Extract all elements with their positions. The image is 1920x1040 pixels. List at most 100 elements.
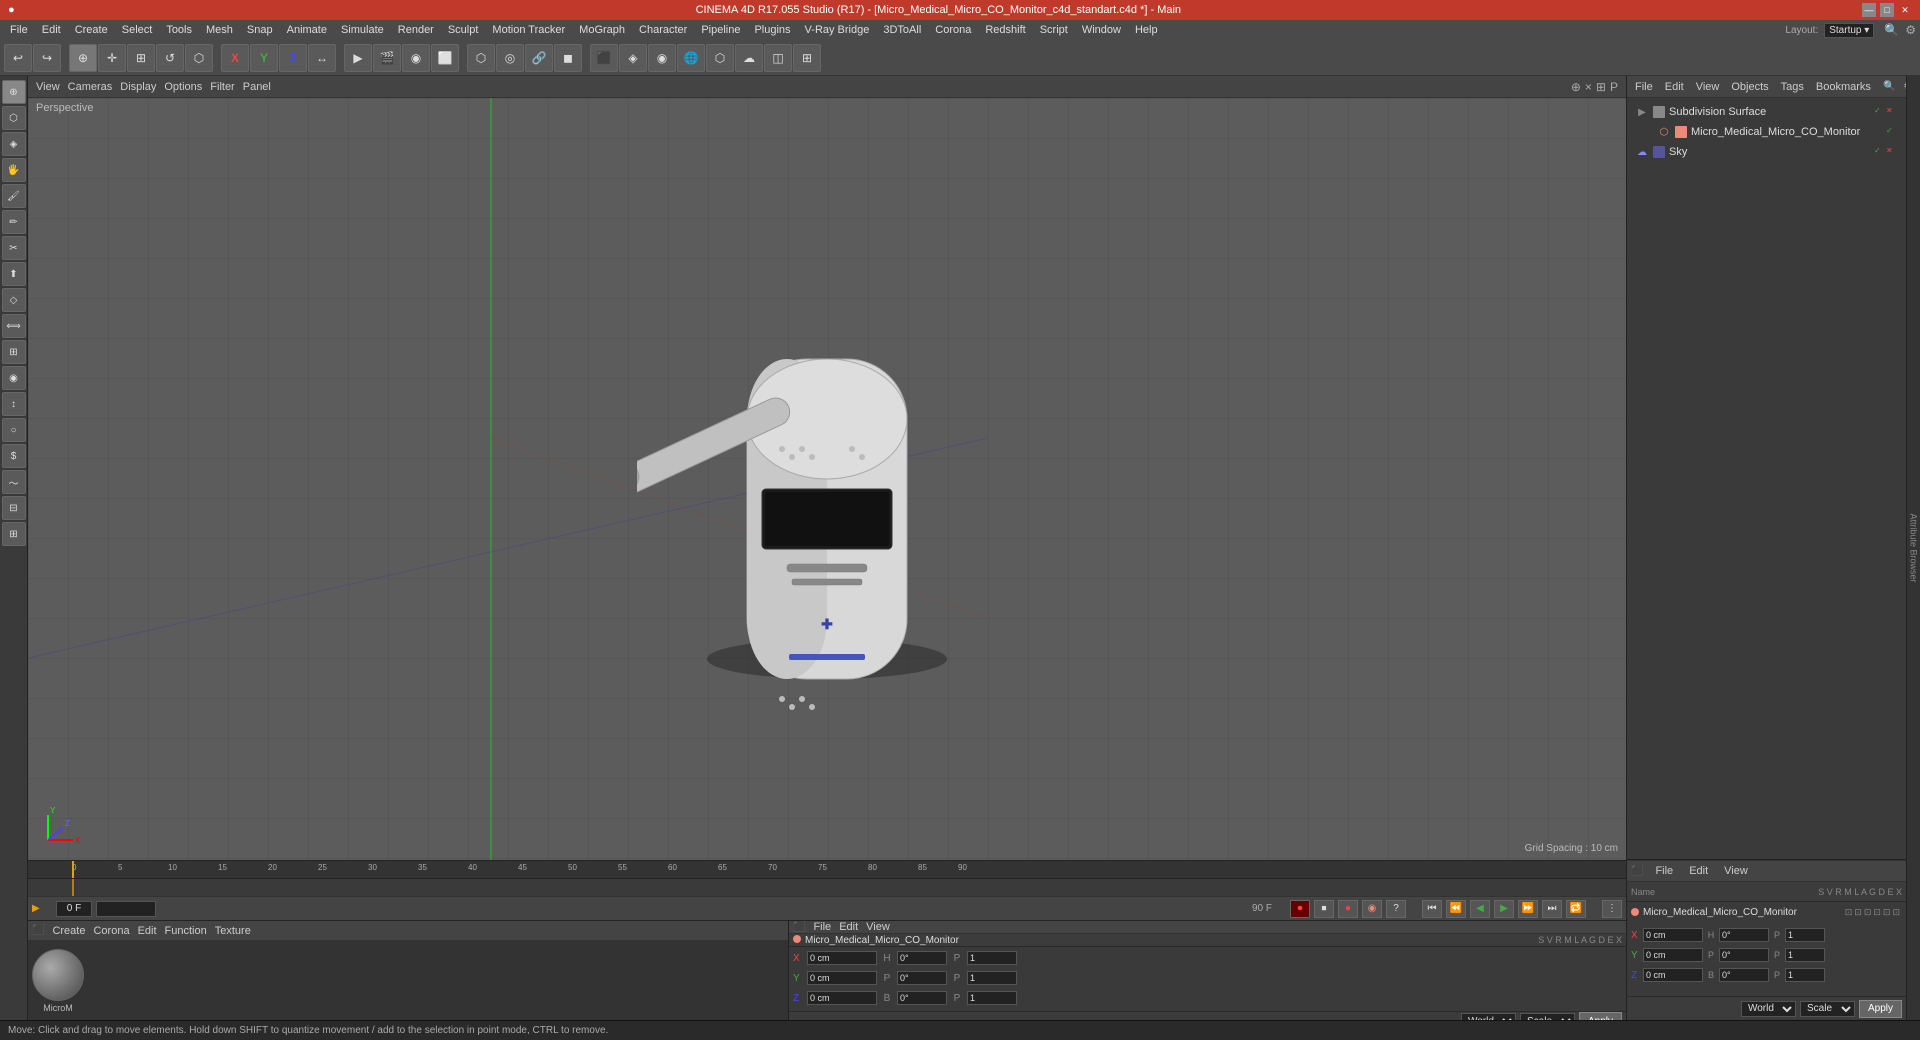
loop-button[interactable]: 🔁 xyxy=(1566,900,1586,918)
z-scale-input[interactable] xyxy=(967,991,1017,1005)
tree-item-subdivision[interactable]: ▶ Subdivision Surface ✓ ✕ xyxy=(1631,102,1902,122)
y-rot-input[interactable] xyxy=(897,971,947,985)
timeline-playhead[interactable] xyxy=(72,861,74,878)
right-x-scale[interactable] xyxy=(1785,928,1825,942)
render-region-button[interactable]: ▶ xyxy=(344,44,372,72)
right-z-scale[interactable] xyxy=(1785,968,1825,982)
x-rot-input[interactable] xyxy=(897,951,947,965)
render-picture-button[interactable]: ◉ xyxy=(402,44,430,72)
texture-tool-button[interactable]: ◈ xyxy=(2,132,26,156)
material-item[interactable]: MicroM xyxy=(32,949,84,1013)
menu-window[interactable]: Window xyxy=(1076,22,1127,38)
viewport-menu-filter[interactable]: Filter xyxy=(210,81,234,93)
viewport-menu-view[interactable]: View xyxy=(36,81,60,93)
tree-item-sky[interactable]: ☁ Sky ✓ ✕ xyxy=(1631,142,1902,162)
auto-key-button[interactable]: ● xyxy=(1338,900,1358,918)
right-bottom-obj-row[interactable]: Micro_Medical_Micro_CO_Monitor ⊡ ⊡ ⊡ ⊡ ⊡… xyxy=(1627,902,1906,922)
go-start-button[interactable]: ⏮ xyxy=(1422,900,1442,918)
y-axis-button[interactable]: Y xyxy=(250,44,278,72)
record-button[interactable]: ⏺ xyxy=(1290,900,1310,918)
timeline-content[interactable] xyxy=(28,879,1626,896)
menu-corona[interactable]: Corona xyxy=(929,22,977,38)
menu-create[interactable]: Create xyxy=(69,22,114,38)
viewport-lock-icon[interactable]: × xyxy=(1585,80,1592,94)
menu-render[interactable]: Render xyxy=(392,22,440,38)
menu-tools[interactable]: Tools xyxy=(160,22,198,38)
z-axis-button[interactable]: Z xyxy=(279,44,307,72)
move-button[interactable]: ✛ xyxy=(98,44,126,72)
select-tool-button[interactable]: ⊕ xyxy=(2,80,26,104)
right-edge-panel[interactable]: Attribute Browser xyxy=(1906,76,1920,1020)
menu-pipeline[interactable]: Pipeline xyxy=(695,22,746,38)
menu-redshift[interactable]: Redshift xyxy=(979,22,1031,38)
menu-file[interactable]: File xyxy=(4,22,34,38)
attribute-browser-tab[interactable]: Attribute Browser xyxy=(1909,513,1919,582)
search-icon[interactable]: 🔍 xyxy=(1884,23,1899,37)
mat-menu-edit[interactable]: Edit xyxy=(138,925,157,937)
menu-simulate[interactable]: Simulate xyxy=(335,22,390,38)
rp-menu-edit[interactable]: Edit xyxy=(1661,81,1688,93)
mat-menu-function[interactable]: Function xyxy=(165,925,207,937)
bg-button[interactable]: ◫ xyxy=(764,44,792,72)
stitch-button[interactable]: ⊞ xyxy=(2,340,26,364)
apply-button[interactable]: Apply xyxy=(1579,1012,1622,1020)
loop-select-button[interactable]: ○ xyxy=(2,418,26,442)
play-reverse-button[interactable]: ◀ xyxy=(1470,900,1490,918)
slide-button[interactable]: ↕ xyxy=(2,392,26,416)
frame-start-input[interactable] xyxy=(56,901,92,917)
rp-bottom-view[interactable]: View xyxy=(1720,865,1752,877)
mat-menu-corona[interactable]: Corona xyxy=(93,925,129,937)
extra-transport-button[interactable]: ⋮ xyxy=(1602,900,1622,918)
sculpt-tool-button[interactable]: 🖐 xyxy=(2,158,26,182)
right-scale-system[interactable]: Scale Size xyxy=(1800,1001,1855,1017)
x-scale-input[interactable] xyxy=(967,951,1017,965)
rp-bottom-edit[interactable]: Edit xyxy=(1685,865,1712,877)
smooth-button[interactable]: 〜 xyxy=(2,470,26,494)
menu-animate[interactable]: Animate xyxy=(281,22,333,38)
menu-script[interactable]: Script xyxy=(1034,22,1074,38)
texture-button[interactable]: ◉ xyxy=(648,44,676,72)
menu-3dtoall[interactable]: 3DToAll xyxy=(877,22,927,38)
viewport-menu-options[interactable]: Options xyxy=(164,81,202,93)
viewport-canvas[interactable]: Perspective xyxy=(28,98,1626,860)
rp-search-icon[interactable]: 🔍 xyxy=(1883,81,1895,92)
settings-icon[interactable]: ⚙ xyxy=(1905,23,1916,37)
viewport-expand-icon[interactable]: ⊕ xyxy=(1571,80,1581,94)
next-frame-button[interactable]: ⏩ xyxy=(1518,900,1538,918)
magnet-button[interactable]: $ xyxy=(2,444,26,468)
go-end-button[interactable]: ⏭ xyxy=(1542,900,1562,918)
floor-button[interactable]: ⬡ xyxy=(706,44,734,72)
viewport-grid-icon[interactable]: ⊞ xyxy=(1596,80,1606,94)
obj-icon-a[interactable]: ⊡ xyxy=(1892,907,1900,918)
menu-mesh[interactable]: Mesh xyxy=(200,22,239,38)
viewport-menu-panel[interactable]: Panel xyxy=(243,81,271,93)
render-settings-button[interactable]: ⬜ xyxy=(431,44,459,72)
wireframe-button[interactable]: ⬛ xyxy=(590,44,618,72)
right-x-rot[interactable] xyxy=(1719,928,1769,942)
right-z-rot[interactable] xyxy=(1719,968,1769,982)
render-active-button[interactable]: 🎬 xyxy=(373,44,401,72)
timeline-ruler[interactable]: 0 5 10 15 20 25 30 35 40 45 50 55 60 65 … xyxy=(28,861,1626,879)
menu-plugins[interactable]: Plugins xyxy=(748,22,796,38)
menu-mograph[interactable]: MoGraph xyxy=(573,22,631,38)
subdivision-render[interactable]: ✕ xyxy=(1886,106,1898,118)
obj-icon-m[interactable]: ⊡ xyxy=(1873,907,1881,918)
subdivision-visible[interactable]: ✓ xyxy=(1874,106,1886,118)
stop-record-button[interactable]: ⏹ xyxy=(1314,900,1334,918)
knife-button[interactable]: ✂ xyxy=(2,236,26,260)
prev-frame-button[interactable]: ⏪ xyxy=(1446,900,1466,918)
redo-button[interactable]: ↪ xyxy=(33,44,61,72)
bevel-button[interactable]: ◇ xyxy=(2,288,26,312)
rp-menu-objects[interactable]: Objects xyxy=(1727,81,1772,93)
scale-button[interactable]: ⊞ xyxy=(127,44,155,72)
point-mode-button[interactable]: ◎ xyxy=(496,44,524,72)
obj-icon-l[interactable]: ⊡ xyxy=(1883,907,1891,918)
right-z-pos[interactable] xyxy=(1643,968,1703,982)
right-y-rot[interactable] xyxy=(1719,948,1769,962)
help-button[interactable]: ? xyxy=(1386,900,1406,918)
monitor-visible[interactable]: ✓ xyxy=(1886,126,1898,138)
shading-button[interactable]: ◈ xyxy=(619,44,647,72)
motion-key-button[interactable]: ◉ xyxy=(1362,900,1382,918)
coord-system-dropdown[interactable]: World Object Camera xyxy=(1461,1013,1516,1020)
edge-mode-button[interactable]: 🔗 xyxy=(525,44,553,72)
